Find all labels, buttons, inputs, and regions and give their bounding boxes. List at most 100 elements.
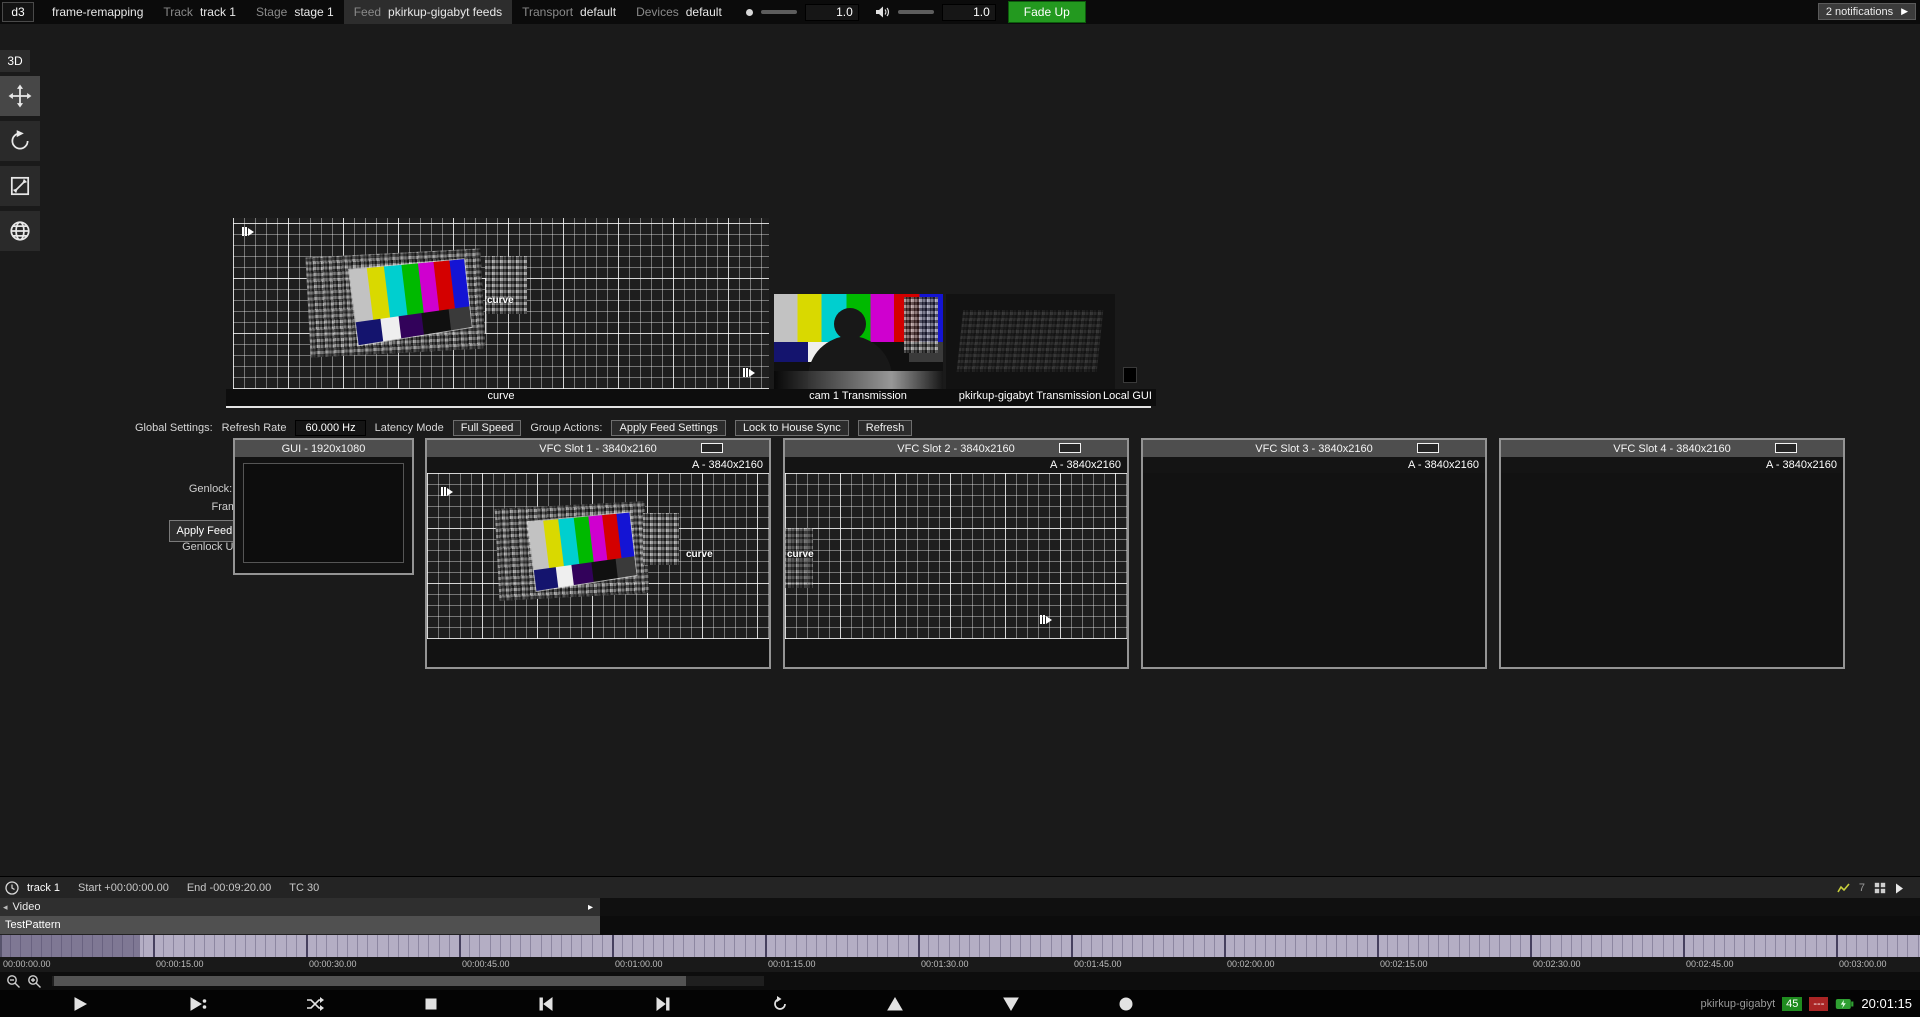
- vfc1-checkbox[interactable]: [701, 443, 723, 453]
- ruler-tick: [163, 935, 164, 957]
- ruler-tick: [194, 935, 195, 957]
- down-button[interactable]: [989, 990, 1033, 1017]
- vfc4-checkbox[interactable]: [1775, 443, 1797, 453]
- menu-devices[interactable]: Devices default: [626, 0, 732, 24]
- vfc3-checkbox[interactable]: [1417, 443, 1439, 453]
- ruler-tick: [1061, 935, 1062, 957]
- track-end[interactable]: End -00:09:20.00: [187, 882, 271, 894]
- vfc2-body[interactable]: curve: [785, 473, 1127, 667]
- testpattern-clip[interactable]: TestPattern: [0, 916, 600, 935]
- global-settings-title: Global Settings:: [135, 422, 213, 434]
- expand-arrow-icon[interactable]: [1895, 883, 1904, 894]
- ruler-tick: [1306, 935, 1307, 957]
- vfc3-body[interactable]: [1143, 473, 1485, 667]
- menu-stage[interactable]: Stage stage 1: [246, 0, 344, 24]
- menu-frame-remapping[interactable]: frame-remapping: [42, 0, 153, 24]
- gui-screen-surface: [243, 463, 404, 563]
- ruler-time-label: 00:00:00.00: [3, 959, 51, 969]
- d3-logo[interactable]: d3: [2, 2, 34, 22]
- feed-label-curve[interactable]: curve: [488, 390, 515, 402]
- play-section-button[interactable]: [176, 990, 220, 1017]
- vfc3-header[interactable]: VFC Slot 3 - 3840x2160: [1143, 440, 1485, 457]
- feed-preview-curve[interactable]: curve: [233, 218, 769, 389]
- feed-label-cam1[interactable]: cam 1 Transmission: [809, 390, 907, 402]
- ruler-time-label: 00:02:00.00: [1227, 959, 1275, 969]
- vfc4-body[interactable]: [1501, 473, 1843, 667]
- up-button[interactable]: [873, 990, 917, 1017]
- vfc1-body[interactable]: curve: [427, 473, 769, 667]
- play-button[interactable]: [58, 990, 102, 1017]
- rotate-tool-button[interactable]: [0, 121, 40, 161]
- battery-icon: [1835, 998, 1854, 1010]
- video-layer-group[interactable]: ◂ Video ▸: [0, 898, 600, 916]
- ruler-tick: [816, 935, 817, 957]
- previous-button[interactable]: [524, 990, 568, 1017]
- track-tc[interactable]: TC 30: [289, 882, 319, 894]
- timeline-ruler[interactable]: [0, 935, 1920, 957]
- feed-preview-cam1[interactable]: [774, 294, 943, 389]
- output-panel-vfc3: VFC Slot 3 - 3840x2160 A - 3840x2160: [1141, 438, 1487, 669]
- track-start[interactable]: Start +00:00:00.00: [78, 882, 169, 894]
- record-button[interactable]: [1104, 990, 1148, 1017]
- ruler-tick: [622, 935, 623, 957]
- ruler-tick: [806, 935, 807, 957]
- vfc1-header[interactable]: VFC Slot 1 - 3840x2160: [427, 440, 769, 457]
- volume-value-b[interactable]: 1.0: [942, 4, 996, 21]
- zoom-in-icon[interactable]: [27, 974, 42, 989]
- ruler-tick: [1173, 935, 1174, 957]
- gui-panel-header[interactable]: GUI - 1920x1080: [235, 440, 412, 457]
- feed-label-pkirkup[interactable]: pkirkup-gigabyt Transmission: [959, 390, 1101, 402]
- ruler-tick: [1448, 935, 1449, 957]
- return-to-start-button[interactable]: [758, 990, 802, 1017]
- feed-preview-local-gui[interactable]: [1123, 367, 1137, 383]
- next-button[interactable]: [641, 990, 685, 1017]
- grid-view-icon[interactable]: [1874, 882, 1886, 894]
- vfc2-checkbox[interactable]: [1059, 443, 1081, 453]
- refresh-rate-value[interactable]: 60.000 Hz: [295, 420, 365, 436]
- menu-track[interactable]: Track track 1: [153, 0, 246, 24]
- move-tool-button[interactable]: [0, 76, 40, 116]
- vfc4-header[interactable]: VFC Slot 4 - 3840x2160: [1501, 440, 1843, 457]
- track-name[interactable]: track 1: [27, 882, 60, 894]
- notifications-badge[interactable]: 2 notifications ▶: [1818, 3, 1916, 20]
- ruler-tick: [1836, 935, 1838, 957]
- ruler-tick: [71, 935, 72, 957]
- zoom-out-icon[interactable]: [6, 974, 21, 989]
- ruler-tick: [1275, 935, 1276, 957]
- vfc2-header[interactable]: VFC Slot 2 - 3840x2160: [785, 440, 1127, 457]
- lock-house-sync-button[interactable]: Lock to House Sync: [735, 420, 849, 436]
- feed-label-local-gui[interactable]: Local GUI: [1103, 390, 1152, 402]
- latency-mode-value[interactable]: Full Speed: [453, 420, 522, 436]
- volume-slider-a[interactable]: [761, 10, 797, 14]
- shuffle-button[interactable]: [293, 990, 337, 1017]
- collapse-arrow-icon[interactable]: ◂: [3, 902, 8, 913]
- expand-arrow-icon[interactable]: ▸: [588, 902, 593, 913]
- volume-value-a[interactable]: 1.0: [805, 4, 859, 21]
- menu-transport[interactable]: Transport default: [512, 0, 626, 24]
- stop-button[interactable]: [409, 990, 453, 1017]
- ruler-tick: [530, 935, 531, 957]
- refresh-button[interactable]: Refresh: [858, 420, 913, 436]
- vfc1-portrait-patch: [643, 513, 679, 565]
- ruler-tick: [316, 935, 317, 957]
- screen-marker-icon: [242, 227, 254, 236]
- feed-preview-pkirkup[interactable]: [946, 294, 1115, 389]
- menu-feed[interactable]: Feed pkirkup-gigabyt feeds: [344, 0, 512, 24]
- ruler-tick: [704, 935, 705, 957]
- scale-tool-button[interactable]: [0, 166, 40, 206]
- fade-up-button[interactable]: Fade Up: [1008, 1, 1086, 23]
- apply-feed-settings-button[interactable]: Apply Feed Settings: [611, 420, 725, 436]
- gui-panel-body[interactable]: [235, 457, 412, 571]
- timeline-scrollbar-track[interactable]: [52, 976, 764, 986]
- volume-slider-b[interactable]: [898, 10, 934, 14]
- ruler-tick: [388, 935, 389, 957]
- feed-scrollbar[interactable]: [226, 406, 1151, 408]
- timeline-scrollbar-thumb[interactable]: [54, 976, 686, 986]
- ruler-tick: [1112, 935, 1113, 957]
- globe-tool-button[interactable]: [0, 211, 40, 251]
- keyframe-icon[interactable]: [1837, 882, 1850, 895]
- ruler-tick: [20, 935, 21, 957]
- ruler-tick: [938, 935, 939, 957]
- stop-icon: [423, 996, 439, 1012]
- ruler-tick: [969, 935, 970, 957]
